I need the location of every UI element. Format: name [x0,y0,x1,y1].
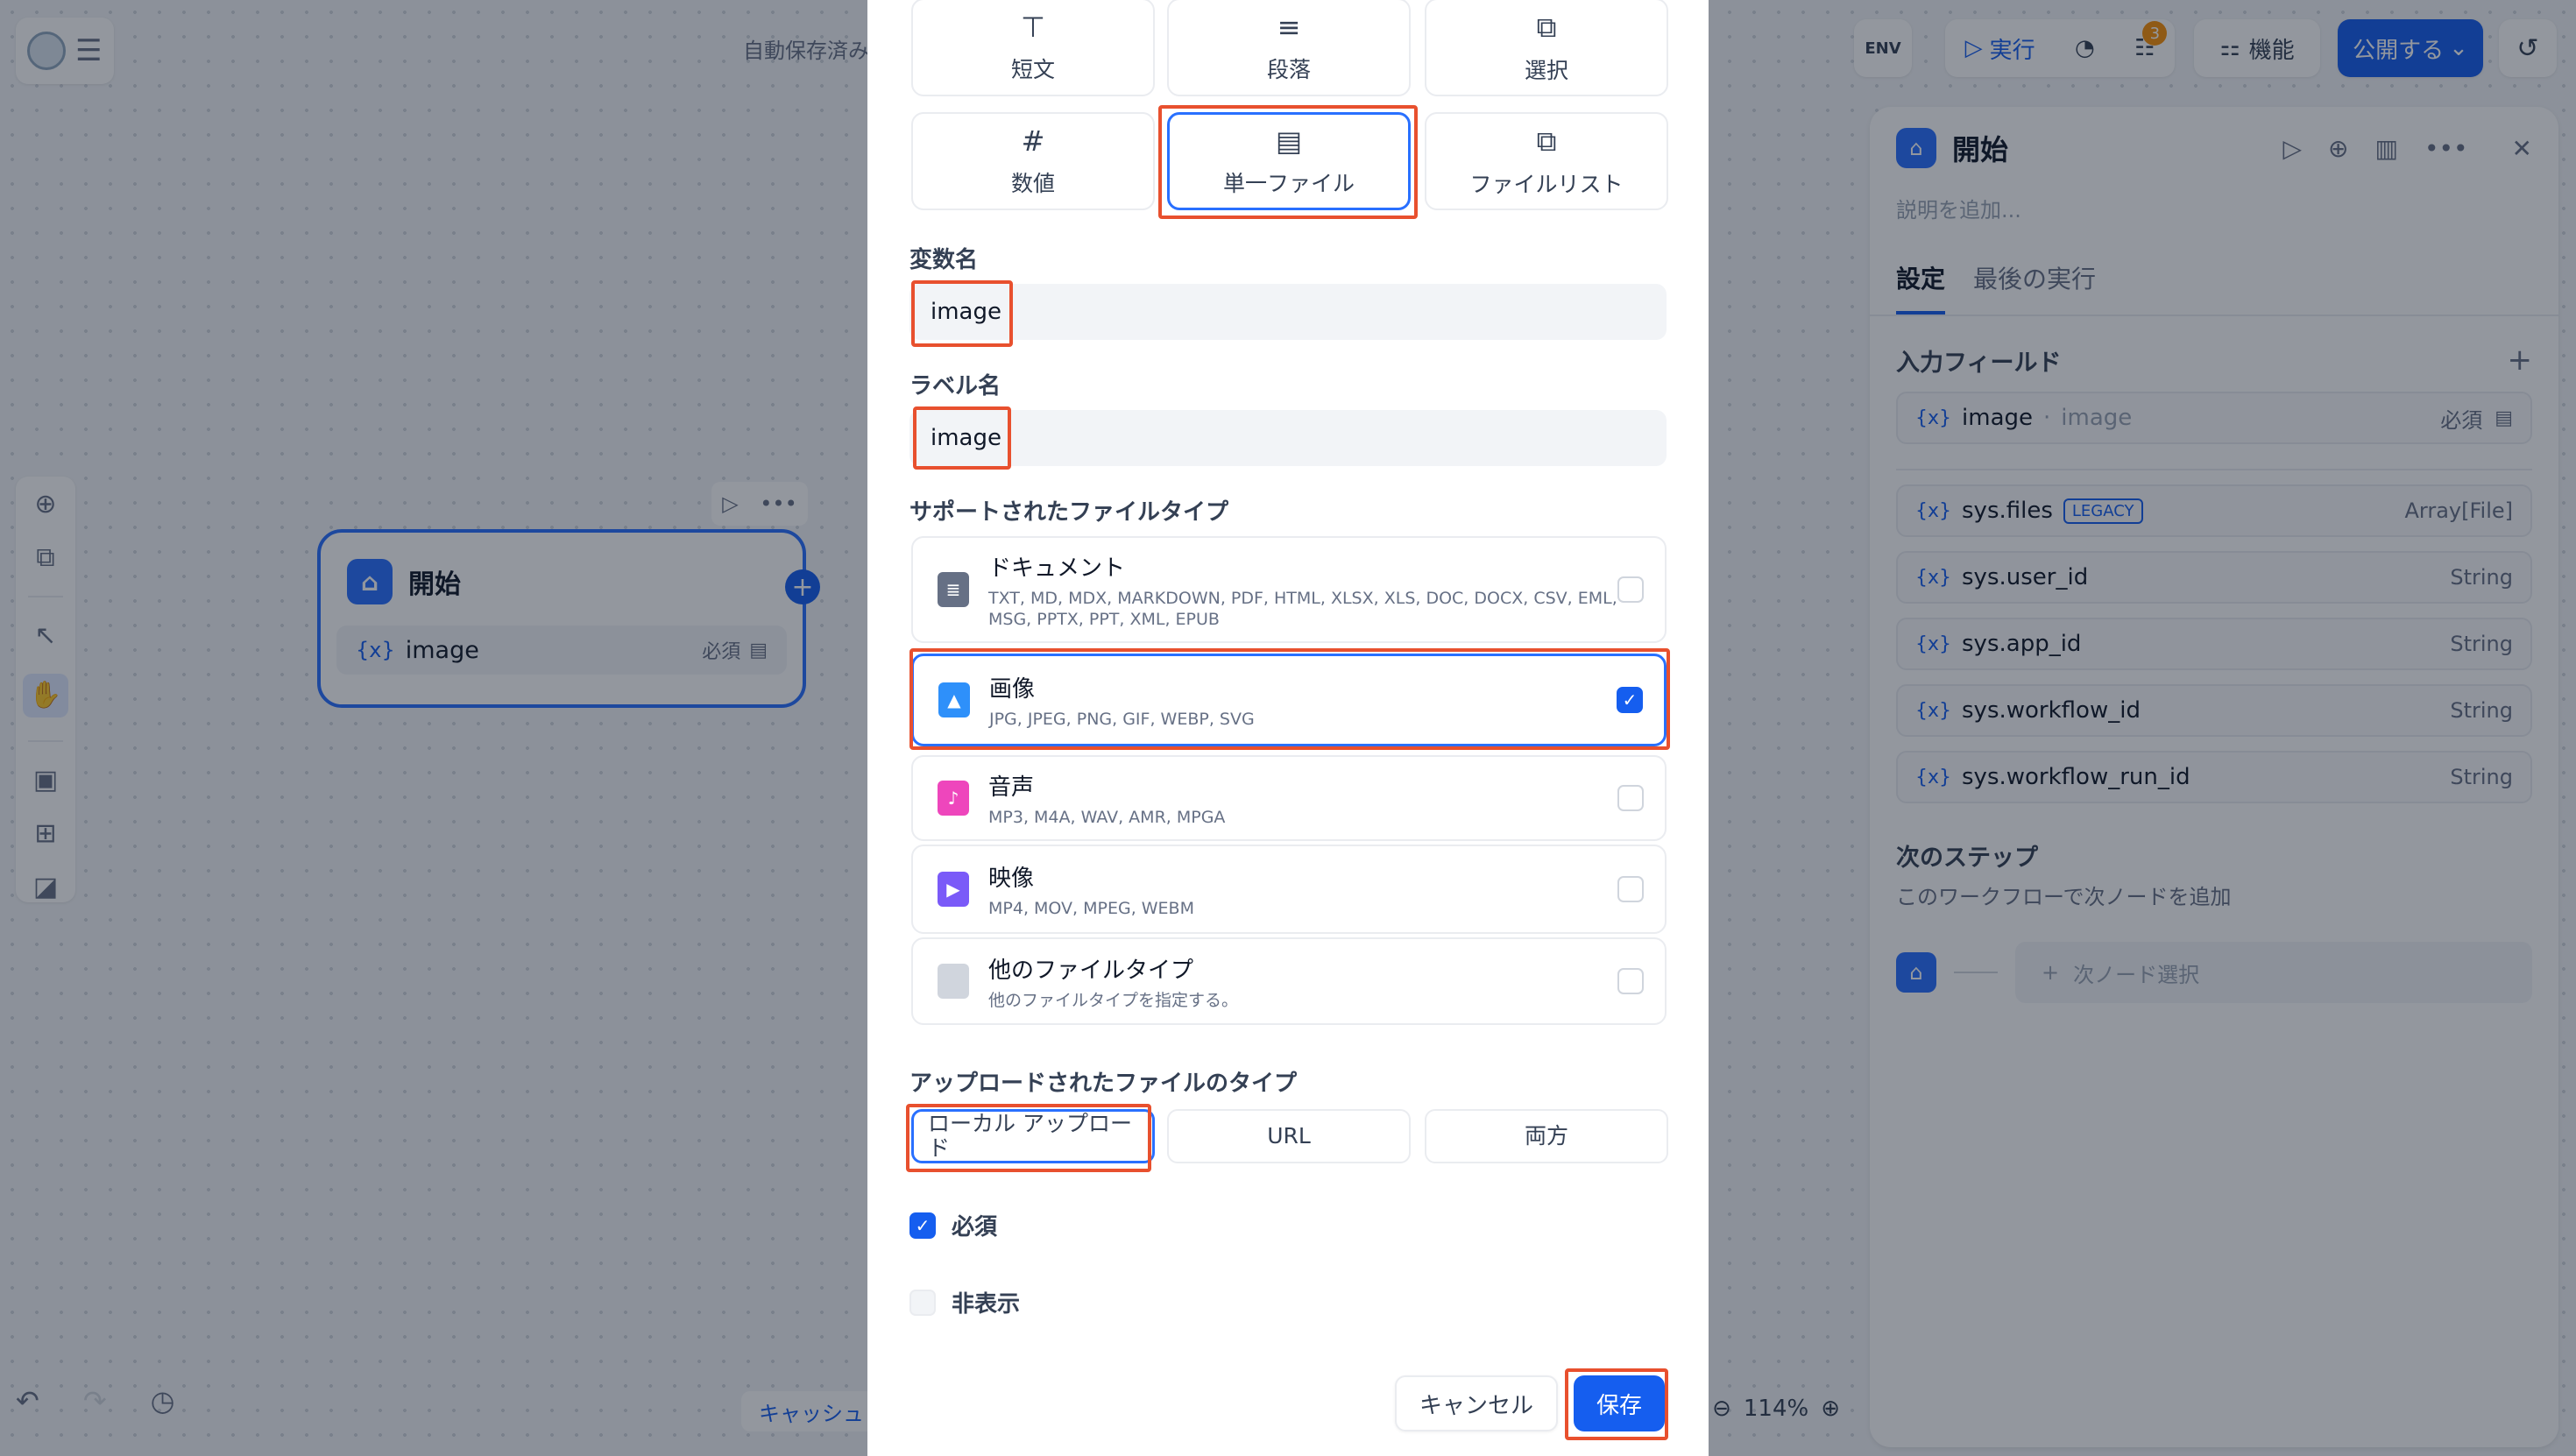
file-type-other[interactable]: 他のファイルタイプ 他のファイルタイプを指定する。 [911,937,1667,1025]
select-icon: ⧉ [1536,10,1557,44]
field-type-label: 段落 [1266,57,1311,82]
file-type-extensions: MP3, M4A, WAV, AMR, MPGA [988,807,1226,827]
file-type-extensions: TXT, MD, MDX, MARKDOWN, PDF, HTML, XLSX,… [988,588,1617,629]
document-checkbox[interactable] [1617,576,1644,603]
upload-local-button[interactable]: ローカル アップロード [911,1109,1155,1163]
file-type-name: ドキュメント [988,555,1126,582]
file-type-name: 他のファイルタイプ [988,957,1194,984]
audio-checkbox[interactable] [1617,785,1644,811]
label-name-input[interactable] [909,410,1667,466]
field-type-select[interactable]: ⧉ 選択 [1425,0,1668,96]
field-type-paragraph[interactable]: ≡ 段落 [1167,0,1411,96]
file-icon: ▤ [1275,124,1303,158]
image-checkbox[interactable]: ✓ [1617,687,1643,713]
file-type-extensions: 他のファイルタイプを指定する。 [988,990,1239,1010]
document-icon: ≣ [938,572,969,607]
save-button[interactable]: 保存 [1574,1375,1665,1431]
field-type-label: 単一ファイル [1222,171,1355,196]
field-type-label: ファイルリスト [1469,171,1624,197]
file-type-image[interactable]: ▲ 画像 JPG, JPEG, PNG, GIF, WEBP, SVG ✓ [911,654,1667,746]
field-type-number[interactable]: # 数値 [911,112,1155,210]
video-icon: ▶ [938,872,969,907]
hidden-checkbox[interactable] [909,1289,936,1316]
file-type-extensions: JPG, JPEG, PNG, GIF, WEBP, SVG [989,709,1255,729]
other-file-icon [938,964,969,999]
file-type-audio[interactable]: ♪ 音声 MP3, M4A, WAV, AMR, MPGA [911,755,1667,841]
file-type-extensions: MP4, MOV, MPEG, WEBM [988,898,1194,918]
upload-types-title: アップロードされたファイルのタイプ [909,1071,1298,1097]
required-row: ✓ 必須 [909,1209,997,1241]
label-name-label: ラベル名 [909,373,1001,399]
text-input-icon: ⊤ [1021,11,1045,44]
image-icon: ▲ [938,682,970,717]
cancel-button[interactable]: キャンセル [1395,1375,1558,1431]
audio-icon: ♪ [938,781,969,816]
field-type-single-file[interactable]: ▤ 単一ファイル [1167,112,1411,210]
file-type-video[interactable]: ▶ 映像 MP4, MOV, MPEG, WEBM [911,845,1667,934]
field-type-file-list[interactable]: ⧉ ファイルリスト [1425,112,1668,210]
file-type-document[interactable]: ≣ ドキュメント TXT, MD, MDX, MARKDOWN, PDF, HT… [911,536,1667,643]
video-checkbox[interactable] [1617,876,1644,902]
variable-name-input[interactable] [909,284,1667,340]
field-type-label: 数値 [1010,171,1055,196]
number-icon: # [1021,124,1045,158]
field-type-short-text[interactable]: ⊤ 短文 [911,0,1155,96]
supported-file-types-title: サポートされたファイルタイプ [909,499,1229,526]
file-type-name: 映像 [988,865,1035,892]
field-type-label: 短文 [1010,57,1055,82]
required-label: 必須 [952,1214,998,1240]
required-checkbox[interactable]: ✓ [909,1212,936,1239]
file-type-name: 画像 [989,675,1036,703]
upload-url-button[interactable]: URL [1167,1109,1411,1163]
field-type-label: 選択 [1524,57,1568,83]
file-type-name: 音声 [988,774,1035,801]
hidden-label: 非表示 [952,1291,1021,1318]
variable-name-label: 変数名 [909,247,979,273]
paragraph-icon: ≡ [1277,11,1301,44]
file-list-icon: ⧉ [1536,124,1557,158]
upload-both-button[interactable]: 両方 [1425,1109,1668,1163]
hidden-row: 非表示 [909,1286,1020,1318]
other-checkbox[interactable] [1617,968,1644,994]
